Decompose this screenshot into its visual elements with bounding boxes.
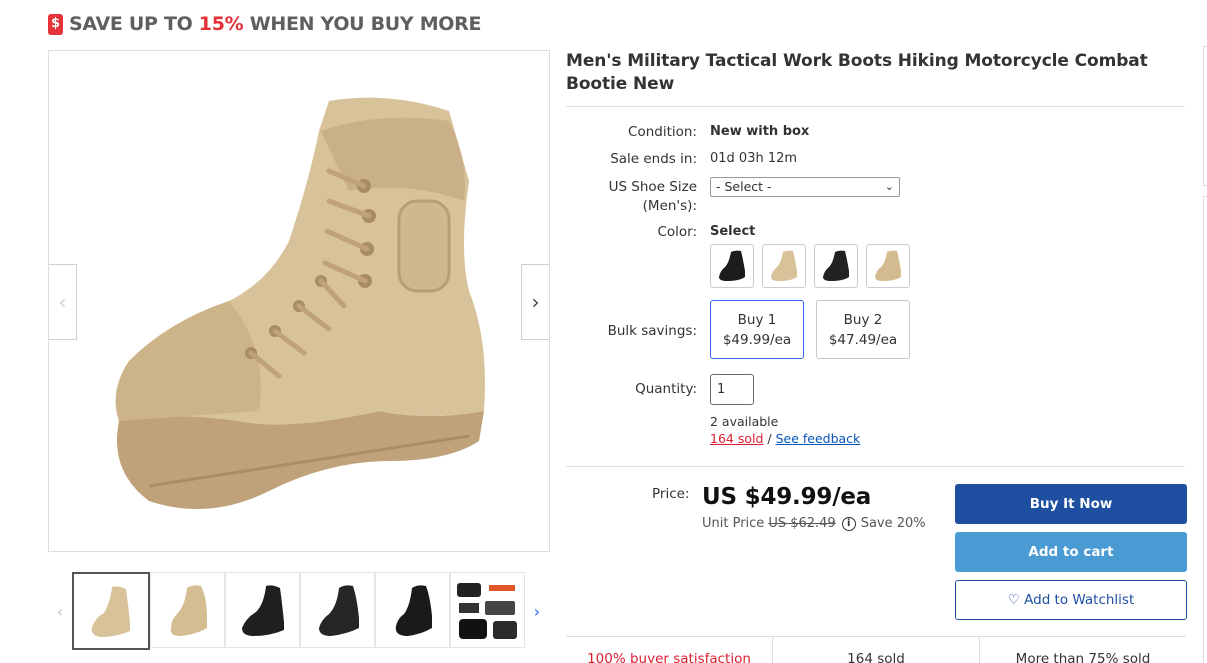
bulk-option-buy-1[interactable]: Buy 1 $49.99/ea <box>710 300 804 359</box>
chevron-right-icon: › <box>531 290 540 314</box>
seller-stats: 100% buyer satisfaction 164 sold More th… <box>566 636 1186 663</box>
promo-text: SAVE UP TO 15% WHEN YOU BUY MORE <box>69 13 482 35</box>
thumbnail-next-button[interactable]: › <box>525 602 549 621</box>
color-swatch-black[interactable] <box>710 244 754 288</box>
tan-boot-image <box>115 97 486 509</box>
buy-it-now-button[interactable]: Buy It Now <box>955 484 1187 524</box>
side-panel-edge-2 <box>1203 196 1207 663</box>
condition-value: New with box <box>710 124 810 139</box>
shoe-size-label: US Shoe Size (Men's): <box>608 179 697 214</box>
promo-percent: 15% <box>198 13 244 35</box>
thumbnail-black-boot-angle[interactable] <box>300 572 375 648</box>
bulk-option-buy-2[interactable]: Buy 2 $47.49/ea <box>816 300 910 359</box>
color-swatch-black-2[interactable] <box>814 244 858 288</box>
title-divider <box>566 106 1185 107</box>
sale-ends-label: Sale ends in: <box>610 151 697 167</box>
side-panel-edge <box>1203 46 1207 186</box>
add-to-watchlist-button[interactable]: ♡ Add to Watchlist <box>955 580 1187 620</box>
shoe-size-select[interactable]: - Select - ⌄ <box>710 177 900 197</box>
chevron-right-icon: › <box>533 601 541 621</box>
quantity-label: Quantity: <box>635 381 697 397</box>
quantity-input[interactable]: 1 <box>710 374 754 405</box>
sale-ends-value: 01d 03h 12m <box>710 151 798 166</box>
price-value: US $49.99/ea <box>702 484 872 510</box>
thumbnail-tan-boot-side[interactable] <box>72 572 150 650</box>
color-label: Color: <box>657 224 697 240</box>
buyer-satisfaction-stat: 100% buyer satisfaction <box>566 637 773 663</box>
see-feedback-link[interactable]: See feedback <box>776 431 861 446</box>
thumbnail-tan-boot-angle[interactable] <box>150 572 225 648</box>
unit-price-line: Unit Price US $62.49 i Save 20% <box>702 516 926 531</box>
listing-title: Men's Military Tactical Work Boots Hikin… <box>566 51 1148 94</box>
details-divider <box>566 466 1185 467</box>
thumbnail-black-boot-side[interactable] <box>225 572 300 648</box>
original-price: US $62.49 <box>768 516 836 531</box>
chevron-left-icon: ‹ <box>58 290 67 314</box>
color-value: Select <box>710 224 756 239</box>
image-next-button[interactable]: › <box>521 264 549 340</box>
promo-banner: $ SAVE UP TO 15% WHEN YOU BUY MORE <box>48 11 481 37</box>
color-swatches <box>710 244 918 288</box>
chevron-left-icon: ‹ <box>56 601 64 621</box>
heart-icon: ♡ <box>1007 592 1020 608</box>
thumbnail-strip: ‹ › <box>48 572 549 650</box>
thumbnail-black-boot-front[interactable] <box>375 572 450 648</box>
condition-label: Condition: <box>628 124 697 140</box>
thumbnail-prev-button[interactable]: ‹ <box>48 602 72 621</box>
sold-feedback-line: 164 sold / See feedback <box>710 431 861 446</box>
thumbnail-boot-detail-collage[interactable] <box>450 572 525 648</box>
price-tag-icon: $ <box>48 13 63 35</box>
price-label: Price: <box>652 486 690 502</box>
color-swatch-tan[interactable] <box>762 244 806 288</box>
chevron-down-icon: ⌄ <box>884 180 894 193</box>
available-count: 2 available <box>710 414 779 429</box>
add-to-cart-button[interactable]: Add to cart <box>955 532 1187 572</box>
info-icon[interactable]: i <box>841 516 856 531</box>
color-swatch-tan-2[interactable] <box>866 244 910 288</box>
sold-count-link[interactable]: 164 sold <box>710 431 763 446</box>
sold-stat: 164 sold <box>773 637 980 663</box>
savings-text: Save 20% <box>860 516 926 531</box>
main-product-image[interactable]: ‹ › <box>48 50 550 552</box>
sold-percent-stat: More than 75% sold <box>1015 651 1151 663</box>
image-prev-button[interactable]: ‹ <box>49 264 77 340</box>
bulk-savings-label: Bulk savings: <box>607 323 697 339</box>
